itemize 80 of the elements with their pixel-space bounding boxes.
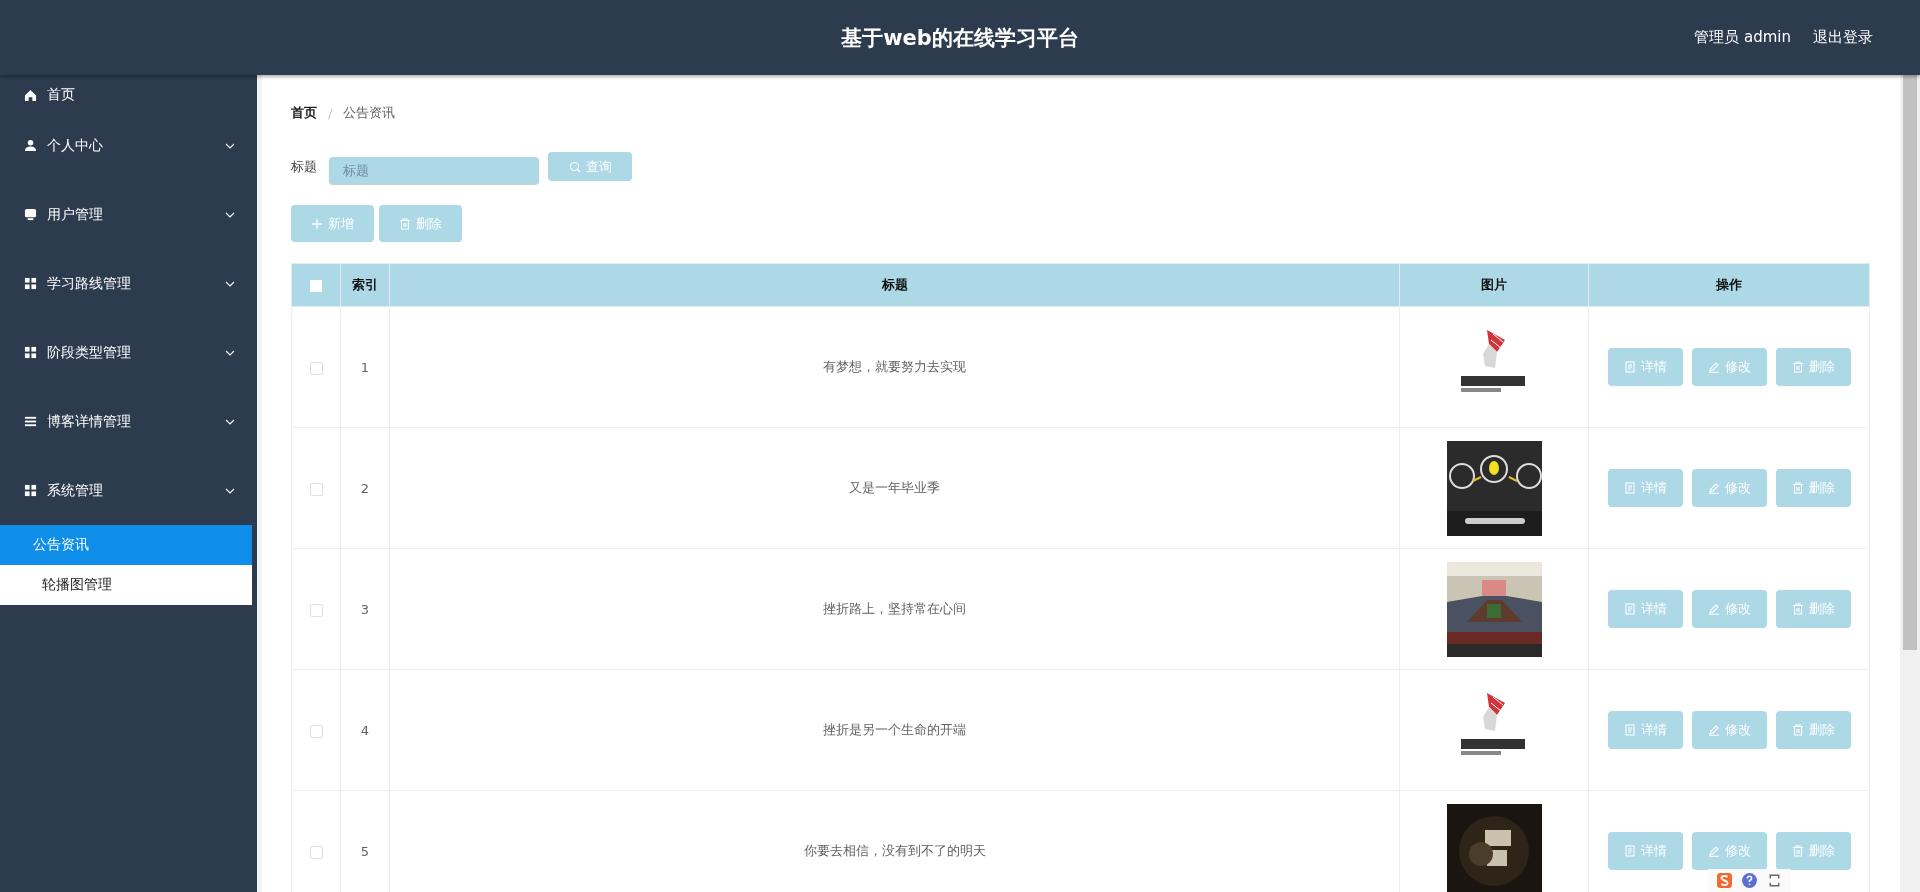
sidebar-item[interactable]: 用户管理 [0, 180, 257, 249]
details-button[interactable]: 详情 [1607, 348, 1683, 386]
row-checkbox[interactable] [309, 724, 323, 738]
details-button[interactable]: 详情 [1607, 590, 1683, 628]
delete-button[interactable]: 删除 [1775, 590, 1851, 628]
table-cell: 又是一年毕业季 [389, 427, 1400, 549]
edit-button[interactable]: 修改 [1691, 832, 1767, 870]
trash-icon [1791, 724, 1804, 736]
document-icon [1623, 724, 1636, 736]
column-header: 图片 [1399, 263, 1589, 307]
column-header: 索引 [340, 263, 390, 307]
trash-icon [1791, 603, 1804, 615]
document-icon [1623, 361, 1636, 373]
trash-icon [399, 217, 411, 230]
row-checkbox[interactable] [309, 603, 323, 617]
table-cell: 有梦想，就要努力去实现 [389, 306, 1400, 428]
user-name: 管理员 admin [1694, 28, 1791, 47]
trash-icon [1791, 845, 1804, 857]
table-cell: 挫折路上，坚持常在心间 [389, 548, 1400, 670]
delete-button[interactable]: 删除 [1775, 711, 1851, 749]
grid-icon [24, 277, 37, 290]
app-title: 基于web的在线学习平台 [841, 24, 1079, 52]
table-cell: 1 [340, 306, 390, 428]
pencil-icon [1707, 724, 1720, 736]
column-header: 标题 [389, 263, 1400, 307]
search-icon [568, 160, 581, 173]
sidebar-item[interactable]: 首页 [0, 75, 257, 111]
sidebar-item[interactable]: 博客详情管理 [0, 387, 257, 456]
plus-icon [311, 217, 323, 230]
sidebar-item[interactable]: 个人中心 [0, 111, 257, 180]
add-button[interactable]: 新增 [291, 205, 374, 242]
home-icon [24, 88, 37, 102]
submenu-item[interactable]: 轮播图管理 [0, 565, 252, 605]
breadcrumb-separator: / [328, 105, 333, 121]
delete-button[interactable]: 删除 [1775, 469, 1851, 507]
pencil-icon [1707, 482, 1720, 494]
breadcrumb-item: 公告资讯 [343, 104, 396, 122]
document-icon [1623, 603, 1636, 615]
sidebar-item[interactable]: 学习路线管理 [0, 249, 257, 318]
row-checkbox[interactable] [309, 361, 323, 375]
delete-button[interactable]: 删除 [1775, 832, 1851, 870]
details-button[interactable]: 详情 [1607, 469, 1683, 507]
edit-button[interactable]: 修改 [1691, 590, 1767, 628]
s-logo-icon[interactable] [1716, 872, 1733, 889]
document-icon [1623, 482, 1636, 494]
table-cell: 挫折是另一个生命的开端 [389, 669, 1400, 791]
table-cell: 2 [340, 427, 390, 549]
details-button[interactable]: 详情 [1607, 711, 1683, 749]
submenu-item[interactable]: 公告资讯 [0, 525, 252, 565]
pencil-icon [1707, 361, 1720, 373]
monitor-icon [24, 208, 37, 221]
delete-button[interactable]: 删除 [1775, 348, 1851, 386]
select-all-checkbox[interactable] [310, 280, 322, 292]
help-icon[interactable] [1741, 872, 1758, 889]
search-button[interactable]: 查询 [548, 152, 632, 181]
row-checkbox[interactable] [309, 482, 323, 496]
list-icon [24, 415, 37, 428]
details-button[interactable]: 详情 [1607, 832, 1683, 870]
search-field[interactable]: 标题 [329, 157, 539, 184]
logout-link[interactable]: 退出登录 [1813, 28, 1873, 47]
sidebar-item[interactable]: 阶段类型管理 [0, 318, 257, 387]
table-cell: 3 [340, 548, 390, 670]
row-checkbox[interactable] [309, 845, 323, 859]
grid-icon [24, 484, 37, 497]
edit-button[interactable]: 修改 [1691, 348, 1767, 386]
column-header: 操作 [1588, 263, 1870, 307]
trash-icon [1791, 482, 1804, 494]
grid-icon [24, 346, 37, 359]
breadcrumb-item[interactable]: 首页 [291, 104, 317, 122]
sidebar-item[interactable]: 系统管理 [0, 456, 257, 525]
edit-button[interactable]: 修改 [1691, 469, 1767, 507]
delete-button[interactable]: 删除 [379, 205, 462, 242]
document-icon [1623, 845, 1636, 857]
edit-button[interactable]: 修改 [1691, 711, 1767, 749]
user-icon [24, 139, 37, 152]
field-label: 标题 [291, 158, 318, 176]
pencil-icon [1707, 603, 1720, 615]
table-cell: 4 [340, 669, 390, 791]
pencil-icon [1707, 845, 1720, 857]
trash-icon [1791, 361, 1804, 373]
